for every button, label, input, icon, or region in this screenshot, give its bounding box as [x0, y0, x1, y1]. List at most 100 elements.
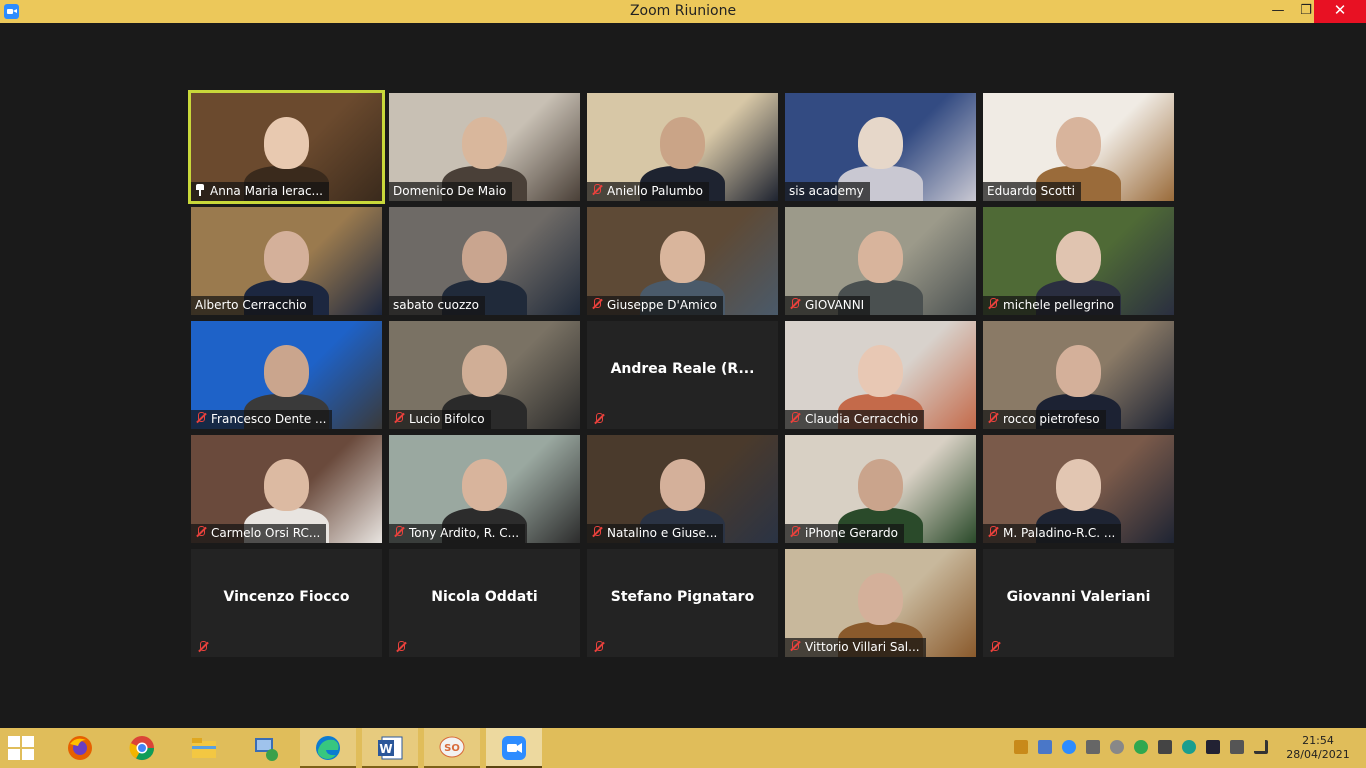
- window-title: Zoom Riunione: [629, 3, 737, 19]
- muted-mic-icon: [591, 298, 603, 310]
- wifi-icon[interactable]: [1254, 740, 1268, 754]
- title-bar: Zoom Riunione — ❐ ✕: [0, 0, 1366, 23]
- participant-name: sis academy: [789, 184, 864, 198]
- participant-tile[interactable]: Natalino e Giuse...: [587, 435, 778, 543]
- taskbar: W SO 21:54 28/04/2021: [0, 728, 1366, 768]
- participant-name: GIOVANNI: [805, 298, 865, 312]
- participant-name-label: sabato cuozzo: [389, 296, 485, 315]
- muted-mic-icon: [197, 641, 209, 653]
- taskbar-firefox[interactable]: [52, 728, 108, 768]
- participant-tile[interactable]: Andrea Reale (R...: [587, 321, 778, 429]
- participant-name-label: Lucio Bifolco: [389, 410, 491, 429]
- svg-text:SO: SO: [444, 743, 460, 754]
- word-icon: W: [378, 736, 403, 760]
- participant-name: michele pellegrino: [1003, 298, 1115, 312]
- network-app-icon: [255, 738, 278, 761]
- svg-text:W: W: [379, 742, 392, 756]
- participant-name-label: iPhone Gerardo: [785, 524, 904, 543]
- participant-tile[interactable]: Stefano Pignataro: [587, 549, 778, 657]
- clock[interactable]: 21:54 28/04/2021: [1285, 734, 1351, 762]
- participant-name: Giuseppe D'Amico: [607, 298, 718, 312]
- taskbar-zoom[interactable]: [486, 728, 542, 768]
- close-button[interactable]: ✕: [1314, 0, 1366, 23]
- lock-icon[interactable]: [1014, 740, 1028, 754]
- pin-icon: [195, 184, 205, 196]
- participant-name-label: michele pellegrino: [983, 296, 1121, 315]
- muted-mic-icon: [593, 413, 605, 425]
- participant-name: Francesco Dente ...: [211, 412, 327, 426]
- participant-name-label: Francesco Dente ...: [191, 410, 333, 429]
- participant-name: iPhone Gerardo: [805, 526, 898, 540]
- muted-mic-icon: [591, 526, 603, 538]
- muted-mic-icon: [395, 641, 407, 653]
- participant-name: Alberto Cerracchio: [195, 298, 307, 312]
- participant-tile[interactable]: Eduardo Scotti: [983, 93, 1174, 201]
- firefox-icon: [68, 736, 92, 760]
- muted-mic-icon: [987, 526, 999, 538]
- participant-tile[interactable]: Vittorio Villari Sal...: [785, 549, 976, 657]
- participant-tile[interactable]: rocco pietrofeso: [983, 321, 1174, 429]
- tray-icon-8[interactable]: [1182, 740, 1196, 754]
- muted-mic-icon: [593, 641, 605, 653]
- participant-tile[interactable]: Tony Ardito, R. C...: [389, 435, 580, 543]
- participant-tile[interactable]: Giuseppe D'Amico: [587, 207, 778, 315]
- participant-tile[interactable]: Vincenzo Fiocco: [191, 549, 382, 657]
- participant-tile[interactable]: Aniello Palumbo: [587, 93, 778, 201]
- participant-name-label: M. Paladino-R.C. ...: [983, 524, 1122, 543]
- participant-tile[interactable]: michele pellegrino: [983, 207, 1174, 315]
- participant-tile[interactable]: Alberto Cerracchio: [191, 207, 382, 315]
- taskbar-file-explorer[interactable]: [176, 728, 232, 768]
- monitor-icon[interactable]: [1206, 740, 1220, 754]
- participant-name-label: Domenico De Maio: [389, 182, 513, 201]
- participant-name: sabato cuozzo: [393, 298, 479, 312]
- participant-name-label: Giuseppe D'Amico: [587, 296, 724, 315]
- zoom-icon: [502, 736, 526, 760]
- participant-name-label: Anna Maria Ierac...: [191, 182, 329, 201]
- participant-name: Vincenzo Fiocco: [223, 589, 350, 605]
- muted-mic-icon: [393, 526, 405, 538]
- participant-tile[interactable]: Francesco Dente ...: [191, 321, 382, 429]
- tray-icon-4[interactable]: [1086, 740, 1100, 754]
- participant-name: Vittorio Villari Sal...: [805, 640, 920, 654]
- participant-name-label: Natalino e Giuse...: [587, 524, 724, 543]
- taskbar-edge[interactable]: [300, 728, 356, 768]
- taskbar-network-app[interactable]: [238, 728, 294, 768]
- participant-name-label: Alberto Cerracchio: [191, 296, 313, 315]
- file-explorer-icon: [192, 738, 216, 758]
- participant-tile[interactable]: iPhone Gerardo: [785, 435, 976, 543]
- participant-tile[interactable]: GIOVANNI: [785, 207, 976, 315]
- participant-name: Anna Maria Ierac...: [210, 184, 323, 198]
- usb-icon[interactable]: [1158, 740, 1172, 754]
- participant-tile[interactable]: Giovanni Valeriani: [983, 549, 1174, 657]
- zoom-tray-icon[interactable]: [1062, 740, 1076, 754]
- participant-name: Aniello Palumbo: [607, 184, 703, 198]
- minimize-button[interactable]: —: [1264, 0, 1292, 23]
- taskbar-chrome[interactable]: [114, 728, 170, 768]
- participant-tile[interactable]: Carmelo Orsi RC...: [191, 435, 382, 543]
- participant-tile[interactable]: Nicola Oddati: [389, 549, 580, 657]
- cloud-icon[interactable]: [1110, 740, 1124, 754]
- participant-tile[interactable]: Anna Maria Ierac...: [188, 90, 385, 204]
- app-tray-icon[interactable]: [1038, 740, 1052, 754]
- chrome-icon: [129, 736, 154, 761]
- muted-mic-icon: [789, 298, 801, 310]
- muted-mic-icon: [195, 526, 207, 538]
- participant-tile[interactable]: Domenico De Maio: [389, 93, 580, 201]
- participant-name-label: Eduardo Scotti: [983, 182, 1081, 201]
- participant-name: Eduardo Scotti: [987, 184, 1075, 198]
- muted-mic-icon: [591, 184, 603, 196]
- participant-tile[interactable]: M. Paladino-R.C. ...: [983, 435, 1174, 543]
- chat-app-icon: SO: [439, 736, 465, 758]
- participant-tile[interactable]: sabato cuozzo: [389, 207, 580, 315]
- muted-mic-icon: [789, 412, 801, 424]
- check-icon[interactable]: [1134, 740, 1148, 754]
- participant-name: Lucio Bifolco: [409, 412, 485, 426]
- taskbar-word[interactable]: W: [362, 728, 418, 768]
- participant-name: Carmelo Orsi RC...: [211, 526, 321, 540]
- participant-tile[interactable]: sis academy: [785, 93, 976, 201]
- start-button[interactable]: [8, 736, 34, 760]
- participant-tile[interactable]: Lucio Bifolco: [389, 321, 580, 429]
- volume-icon[interactable]: [1230, 740, 1244, 754]
- participant-tile[interactable]: Claudia Cerracchio: [785, 321, 976, 429]
- taskbar-skype[interactable]: SO: [424, 728, 480, 768]
